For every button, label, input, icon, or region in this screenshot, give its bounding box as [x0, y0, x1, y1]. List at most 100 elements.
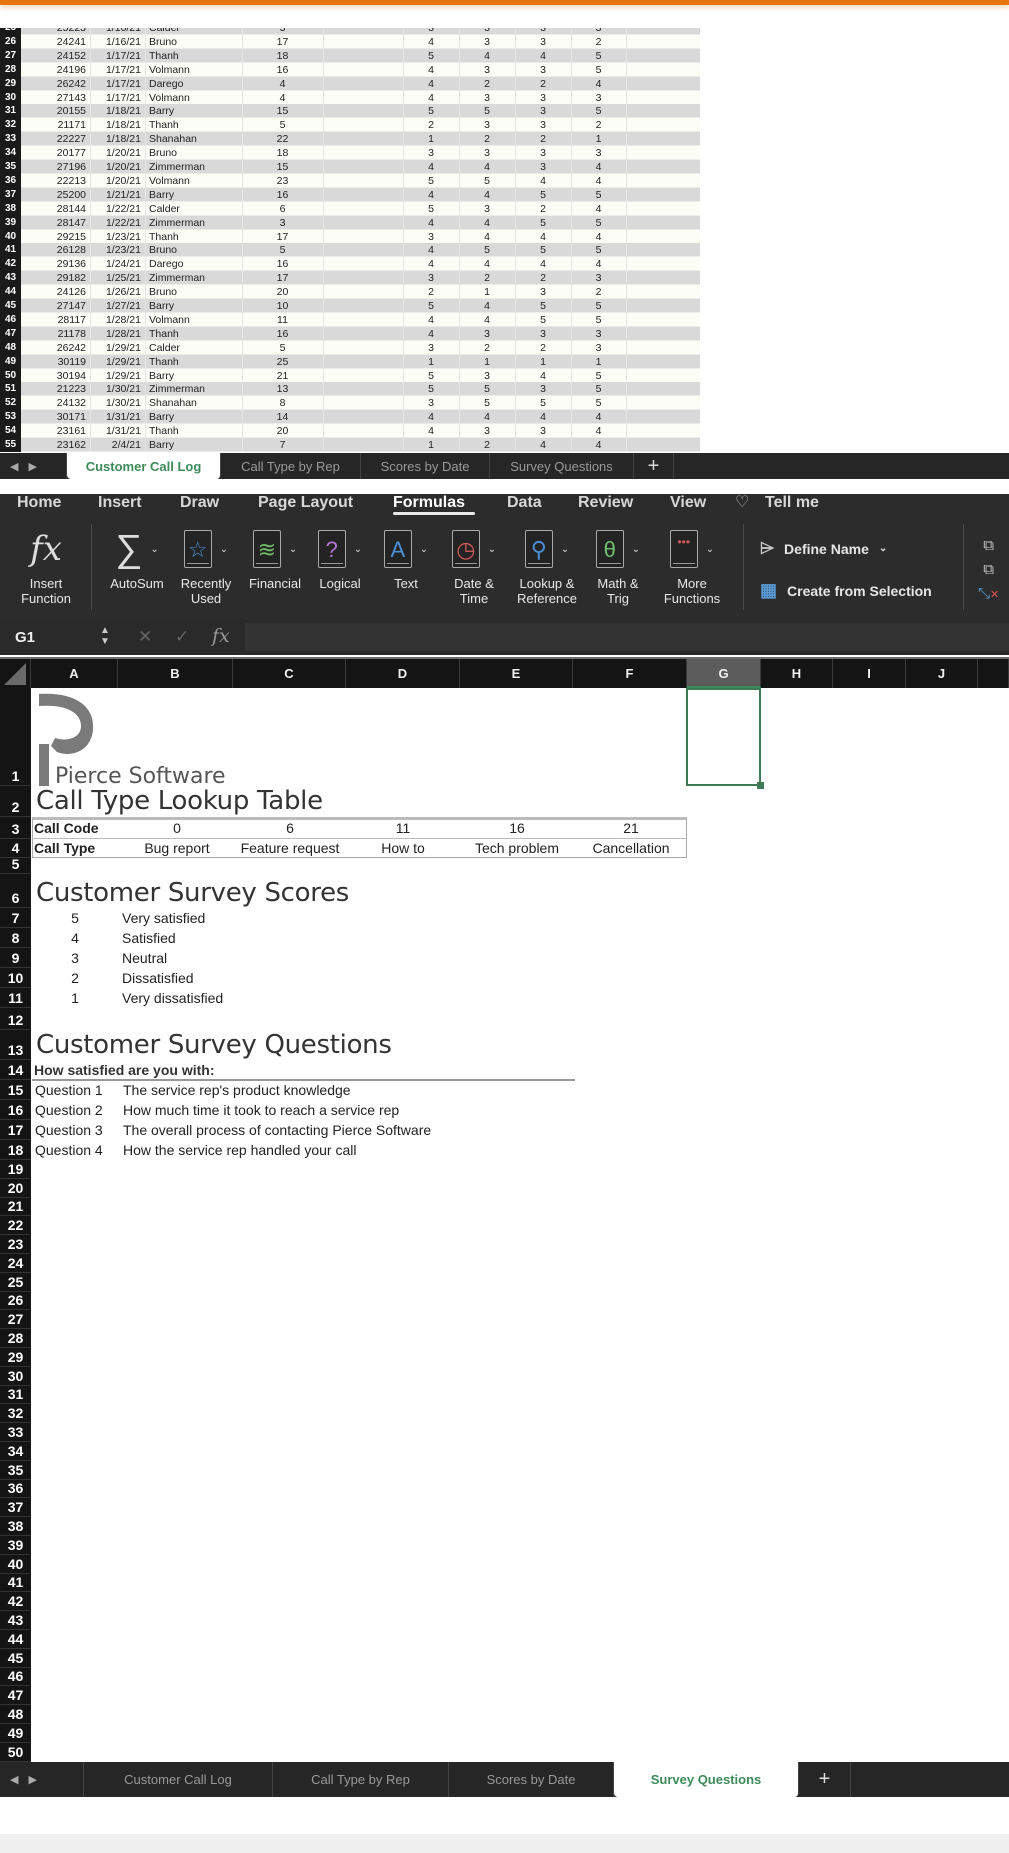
date-cell[interactable]: 1/21/21 [90, 188, 145, 202]
date-cell[interactable]: 1/20/21 [90, 174, 145, 188]
call-code-cell[interactable]: 17 [242, 35, 323, 49]
call-id-cell[interactable]: 28147 [21, 216, 90, 230]
q2-score-cell[interactable]: 5 [459, 382, 515, 396]
call-code-cell[interactable]: 7 [242, 438, 323, 452]
q4-score-cell[interactable]: 1 [571, 132, 626, 146]
q3-score-cell[interactable]: 1 [515, 355, 571, 369]
q4-score-cell[interactable]: 5 [571, 243, 626, 257]
date-cell[interactable]: 1/24/21 [90, 257, 145, 271]
row-header[interactable]: 40 [0, 1555, 31, 1574]
q4-score-cell[interactable]: 1 [571, 355, 626, 369]
call-id-cell[interactable]: 27143 [21, 91, 90, 105]
call-id-cell[interactable]: 24132 [21, 396, 90, 410]
ribbon-tab-formulas[interactable]: Formulas [393, 494, 465, 512]
call-code-cell[interactable]: 15 [242, 104, 323, 118]
sheet-tab-scores-by-date[interactable]: Scores by Date [449, 1762, 614, 1797]
row-header[interactable]: 41 [0, 1574, 31, 1593]
call-id-cell[interactable]: 29182 [21, 271, 90, 285]
q4-score-cell[interactable]: 4 [571, 77, 626, 91]
rep-cell[interactable]: Volmann [145, 63, 242, 77]
q4-score-cell[interactable]: 2 [571, 285, 626, 299]
rep-cell[interactable]: Shanahan [145, 132, 242, 146]
row-number[interactable]: 55 [0, 438, 21, 452]
date-cell[interactable]: 1/29/21 [90, 369, 145, 383]
q1-score-cell[interactable]: 5 [403, 369, 459, 383]
q1-score-cell[interactable]: 4 [403, 160, 459, 174]
row-header[interactable]: 2 [0, 786, 31, 817]
q4-score-cell[interactable]: 4 [571, 230, 626, 244]
date-cell[interactable]: 1/31/21 [90, 424, 145, 438]
q1-score-cell[interactable]: 4 [403, 77, 459, 91]
fill-handle[interactable] [757, 782, 764, 789]
call-id-cell[interactable]: 26242 [21, 77, 90, 91]
q4-score-cell[interactable]: 3 [571, 146, 626, 160]
call-id-cell[interactable]: 20155 [21, 104, 90, 118]
row-header[interactable]: 30 [0, 1367, 31, 1386]
call-code-cell[interactable]: 23 [242, 174, 323, 188]
sheet-tab-call-type-by-rep[interactable]: Call Type by Rep [221, 453, 361, 479]
row-header[interactable]: 46 [0, 1668, 31, 1687]
q1-score-cell[interactable]: 5 [403, 382, 459, 396]
call-id-cell[interactable]: 25200 [21, 188, 90, 202]
row-number[interactable]: 33 [0, 132, 21, 147]
sheet-tab-customer-call-log[interactable]: Customer Call Log [84, 1762, 273, 1797]
q2-score-cell[interactable]: 1 [459, 355, 515, 369]
call-id-cell[interactable]: 27196 [21, 160, 90, 174]
column-header-g[interactable]: G [687, 659, 761, 688]
date-cell[interactable]: 1/20/21 [90, 160, 145, 174]
date-cell[interactable]: 1/28/21 [90, 327, 145, 341]
q4-score-cell[interactable]: 5 [571, 63, 626, 77]
q3-score-cell[interactable]: 3 [515, 104, 571, 118]
autosum-button[interactable]: ∑ ⌄ AutoSum [104, 528, 170, 592]
call-id-cell[interactable]: 22213 [21, 174, 90, 188]
math-trig-button[interactable]: θ ⌄ Math & Trig [590, 528, 646, 606]
q3-score-cell[interactable]: 3 [515, 160, 571, 174]
q2-score-cell[interactable]: 4 [459, 216, 515, 230]
date-cell[interactable]: 1/22/21 [90, 202, 145, 216]
select-all-corner[interactable] [0, 659, 31, 688]
lookup-reference-button[interactable]: ⚲ ⌄ Lookup & Reference [510, 528, 584, 606]
call-code-cell[interactable]: 22 [242, 132, 323, 146]
q1-score-cell[interactable]: 3 [403, 341, 459, 355]
more-functions-button[interactable]: ••• ⌄ More Functions [656, 528, 728, 606]
q2-score-cell[interactable]: 2 [459, 341, 515, 355]
rep-cell[interactable]: Thanh [145, 327, 242, 341]
call-log-grid[interactable]: 25252231/16/21Calder3333326242411/16/21B… [0, 28, 700, 453]
row-header[interactable]: 50 [0, 1743, 31, 1762]
row-number[interactable]: 51 [0, 382, 21, 397]
q2-score-cell[interactable]: 3 [459, 63, 515, 77]
row-header[interactable]: 27 [0, 1310, 31, 1330]
q4-score-cell[interactable]: 5 [571, 396, 626, 410]
add-sheet-button[interactable]: + [634, 453, 674, 479]
column-header-d[interactable]: D [346, 659, 460, 688]
call-code-cell[interactable]: 16 [242, 63, 323, 77]
row-header[interactable]: 12 [0, 1008, 31, 1030]
date-cell[interactable]: 1/18/21 [90, 104, 145, 118]
ribbon-tab-view[interactable]: View [670, 494, 706, 512]
call-id-cell[interactable]: 26242 [21, 341, 90, 355]
rep-cell[interactable]: Zimmerman [145, 216, 242, 230]
call-code-cell[interactable]: 21 [242, 369, 323, 383]
rep-cell[interactable]: Zimmerman [145, 271, 242, 285]
fx-icon[interactable]: fx [212, 625, 230, 647]
selected-cell-g1[interactable] [686, 688, 761, 786]
rep-cell[interactable]: Zimmerman [145, 382, 242, 396]
name-box-stepper-icon[interactable]: ▲ ▼ [100, 625, 110, 647]
row-header[interactable]: 1 [0, 688, 31, 786]
text-button[interactable]: A ⌄ Text [378, 528, 434, 591]
call-id-cell[interactable]: 22227 [21, 132, 90, 146]
q4-score-cell[interactable]: 5 [571, 104, 626, 118]
date-cell[interactable]: 1/31/21 [90, 410, 145, 424]
row-header[interactable]: 7 [0, 908, 31, 928]
call-code-cell[interactable]: 3 [242, 216, 323, 230]
call-id-cell[interactable]: 23162 [21, 438, 90, 452]
q4-score-cell[interactable]: 3 [571, 341, 626, 355]
call-code-cell[interactable]: 15 [242, 160, 323, 174]
row-header[interactable]: 17 [0, 1120, 31, 1140]
row-number[interactable]: 27 [0, 48, 21, 63]
rep-cell[interactable]: Bruno [145, 243, 242, 257]
row-header[interactable]: 15 [0, 1080, 31, 1100]
tab-scroll-left-icon[interactable]: ◀ [10, 1773, 18, 1786]
q3-score-cell[interactable]: 5 [515, 188, 571, 202]
date-time-button[interactable]: ◷ ⌄ Date & Time [446, 528, 502, 606]
